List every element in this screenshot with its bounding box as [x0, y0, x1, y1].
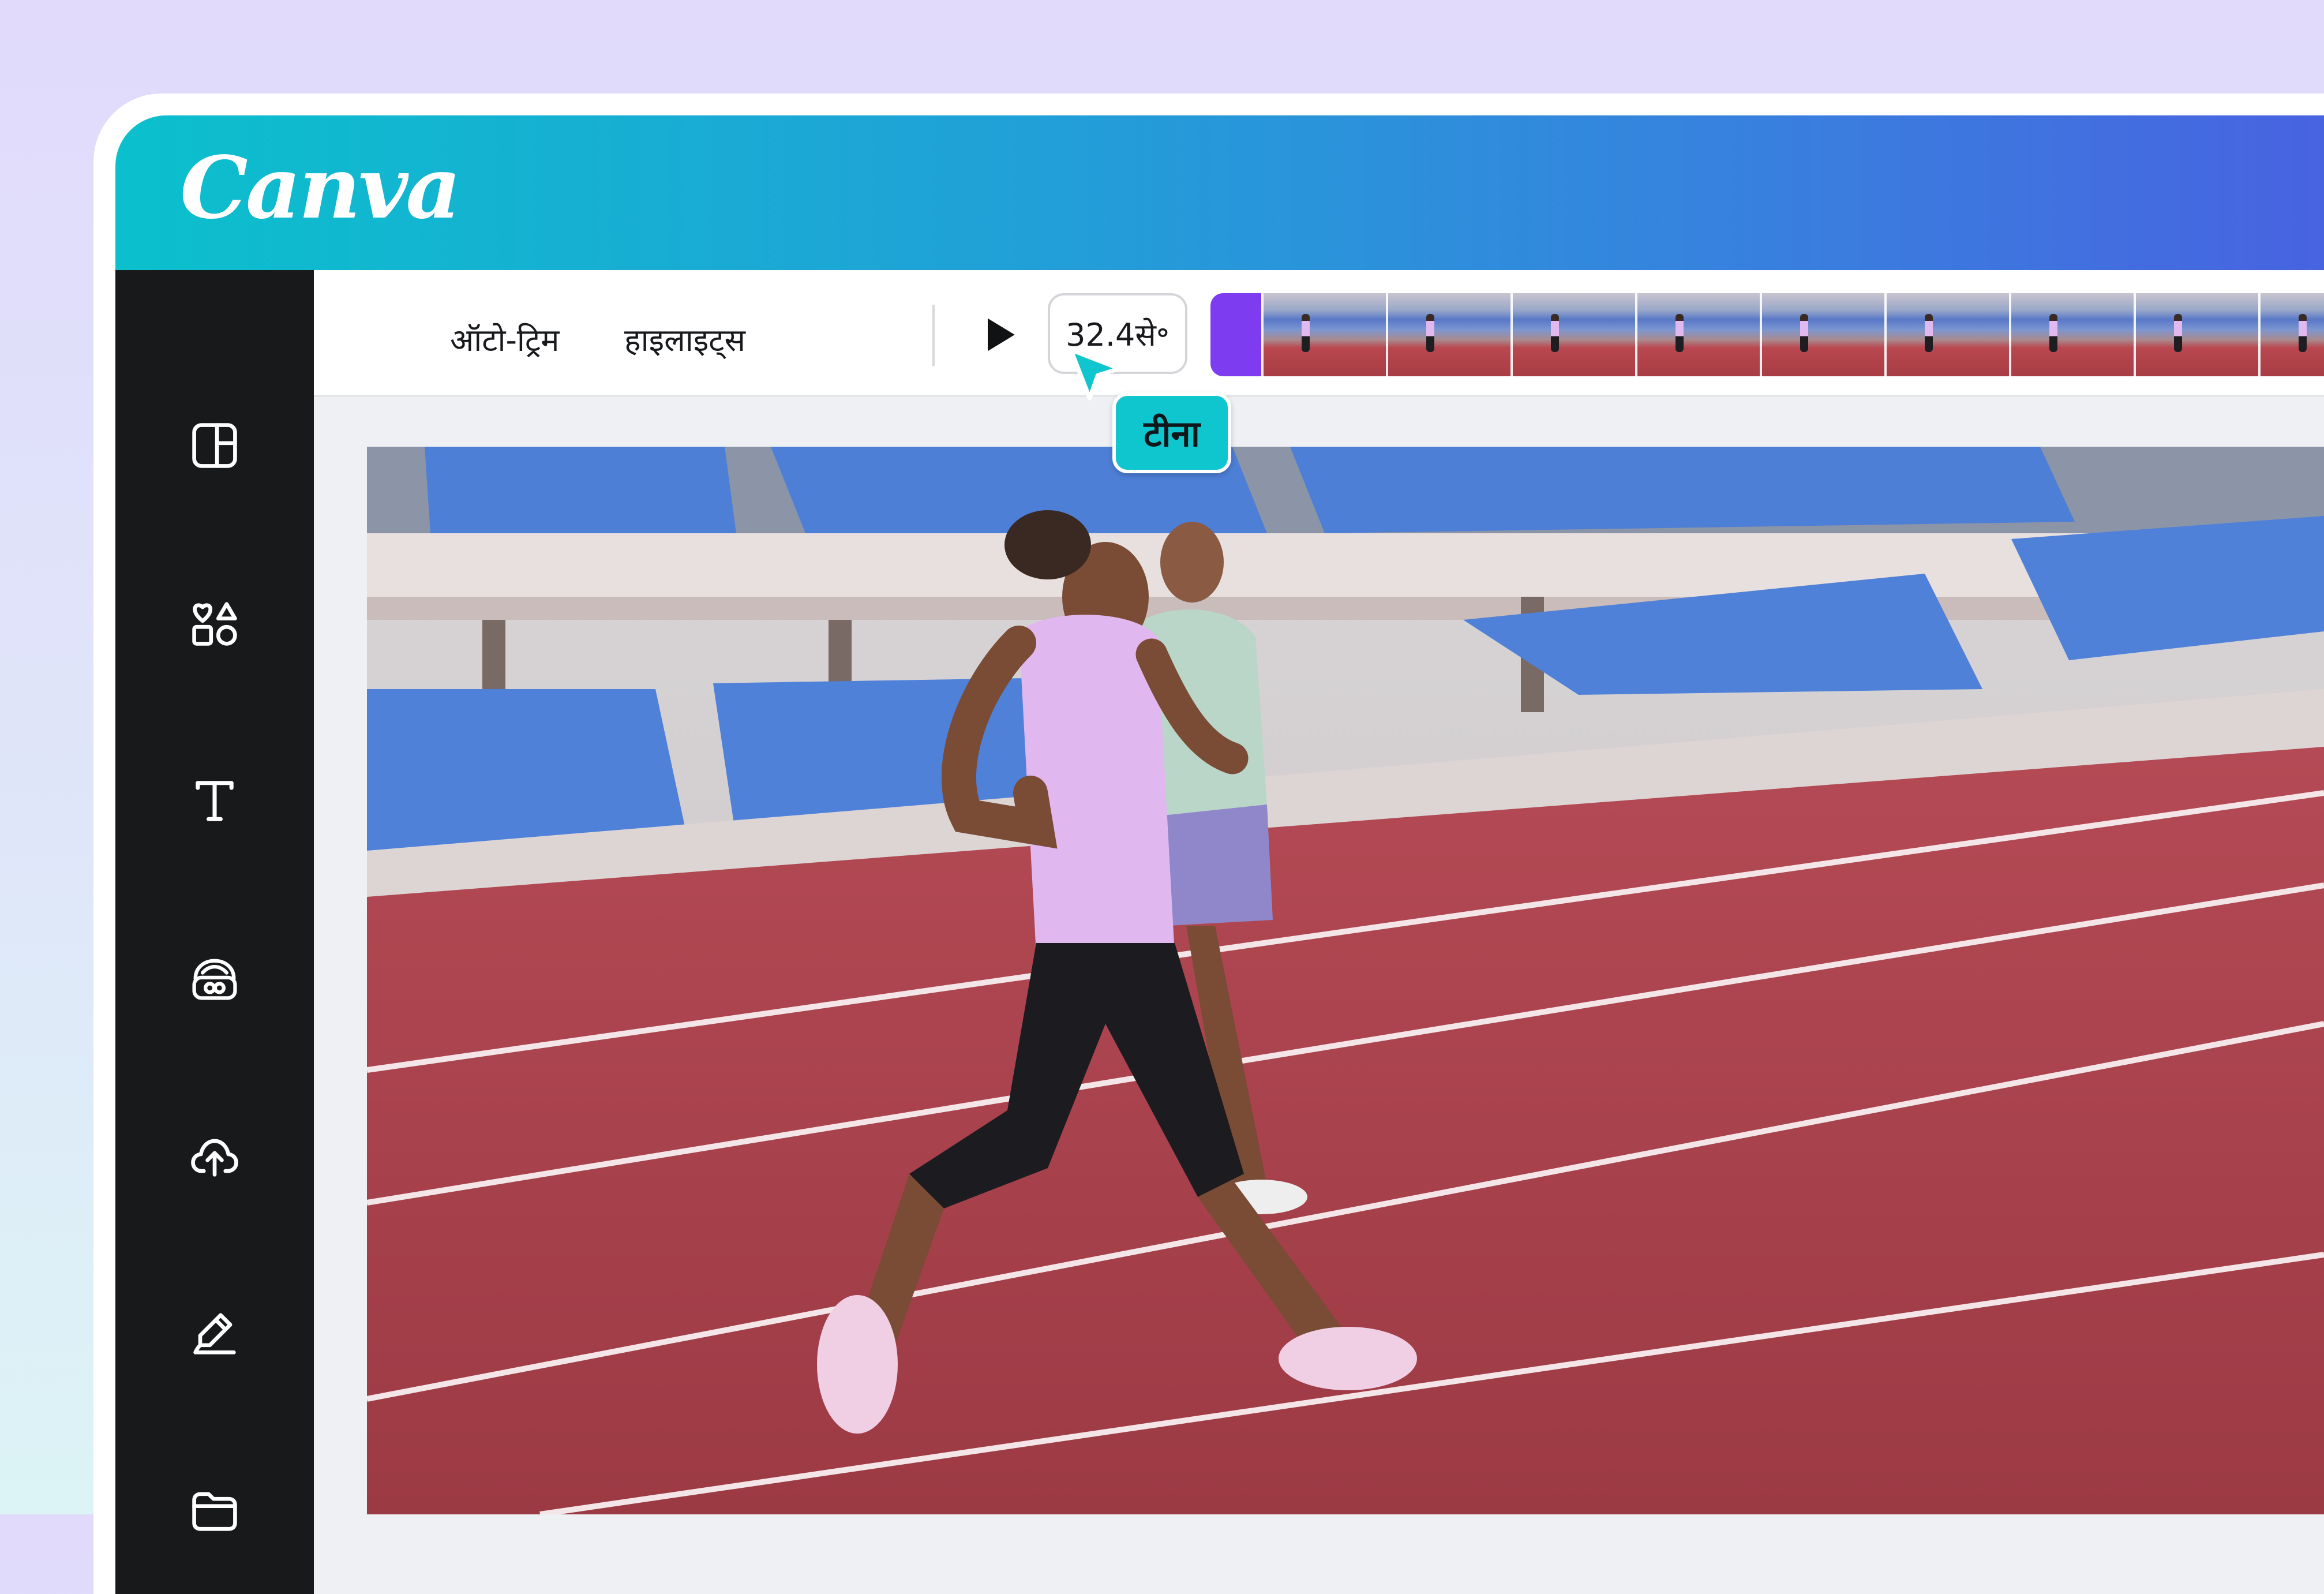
highlights-button[interactable]: हाइलाइट्स	[624, 317, 745, 360]
top-bar: Canva	[115, 115, 2324, 270]
canva-logo[interactable]: Canva	[180, 137, 461, 238]
timeline-thumbnail	[1800, 314, 1808, 352]
sidebar	[115, 270, 314, 1594]
timeline-thumbnail	[2049, 314, 2057, 352]
video-timeline[interactable]	[1210, 293, 2324, 376]
video-frame-image[interactable]	[367, 447, 2324, 1514]
timeline-thumbnail	[1426, 314, 1434, 352]
stadium-runners-image	[367, 447, 2324, 1514]
timeline-thumbnail	[2299, 314, 2307, 352]
brand-kit-icon[interactable]	[186, 950, 243, 1008]
projects-folder-icon[interactable]	[186, 1482, 243, 1540]
upload-cloud-icon[interactable]	[186, 1127, 243, 1184]
auto-trim-button[interactable]: ऑटो-ट्रिम	[450, 317, 559, 360]
play-icon[interactable]	[976, 312, 1022, 358]
elements-shapes-icon[interactable]	[186, 594, 243, 652]
collaborator-name-tag: टीना	[1112, 392, 1231, 473]
toolbar-divider	[932, 305, 935, 366]
timeline-frames[interactable]	[1261, 293, 2324, 376]
text-icon[interactable]	[186, 772, 243, 830]
timeline-thumbnail	[2174, 314, 2182, 352]
timeline-thumbnail	[1675, 314, 1684, 352]
timeline-trim-handle[interactable]	[1210, 293, 1261, 376]
draw-pen-icon[interactable]	[186, 1304, 243, 1362]
timeline-thumbnail	[1551, 314, 1559, 352]
timeline-thumbnail	[1925, 314, 1933, 352]
layout-panel-icon[interactable]	[186, 417, 243, 474]
video-toolbar: ऑटो-ट्रिम हाइलाइट्स 32.4से॰	[314, 270, 2324, 397]
timeline-thumbnail	[1302, 314, 1310, 352]
